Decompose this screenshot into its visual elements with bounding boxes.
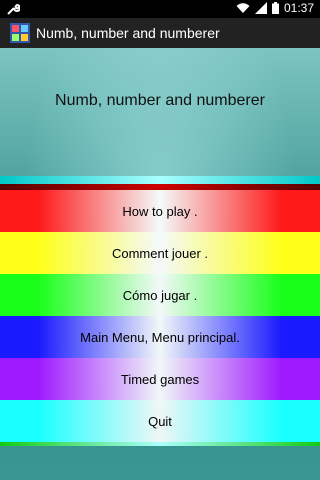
signal-icon bbox=[254, 2, 267, 14]
divider-strip bbox=[0, 176, 320, 184]
status-time: 01:37 bbox=[283, 1, 314, 15]
timed-games-button[interactable]: Timed games bbox=[0, 358, 320, 400]
main-menu-button[interactable]: Main Menu, Menu principal. bbox=[0, 316, 320, 358]
status-bar: 01:37 bbox=[0, 0, 320, 18]
wrench-icon bbox=[7, 3, 20, 15]
app-icon[interactable] bbox=[10, 23, 30, 43]
como-jugar-button[interactable]: Cómo jugar . bbox=[0, 274, 320, 316]
battery-icon bbox=[271, 2, 279, 14]
quit-button[interactable]: Quit bbox=[0, 400, 320, 442]
app-title: Numb, number and numberer bbox=[36, 25, 220, 41]
main-content: Numb, number and numberer How to play . … bbox=[0, 48, 320, 480]
how-to-play-button[interactable]: How to play . bbox=[0, 190, 320, 232]
action-bar: Numb, number and numberer bbox=[0, 18, 320, 48]
page-heading: Numb, number and numberer bbox=[55, 92, 265, 109]
divider bbox=[0, 442, 320, 446]
comment-jouer-button[interactable]: Comment jouer . bbox=[0, 232, 320, 274]
wifi-icon bbox=[236, 3, 250, 13]
